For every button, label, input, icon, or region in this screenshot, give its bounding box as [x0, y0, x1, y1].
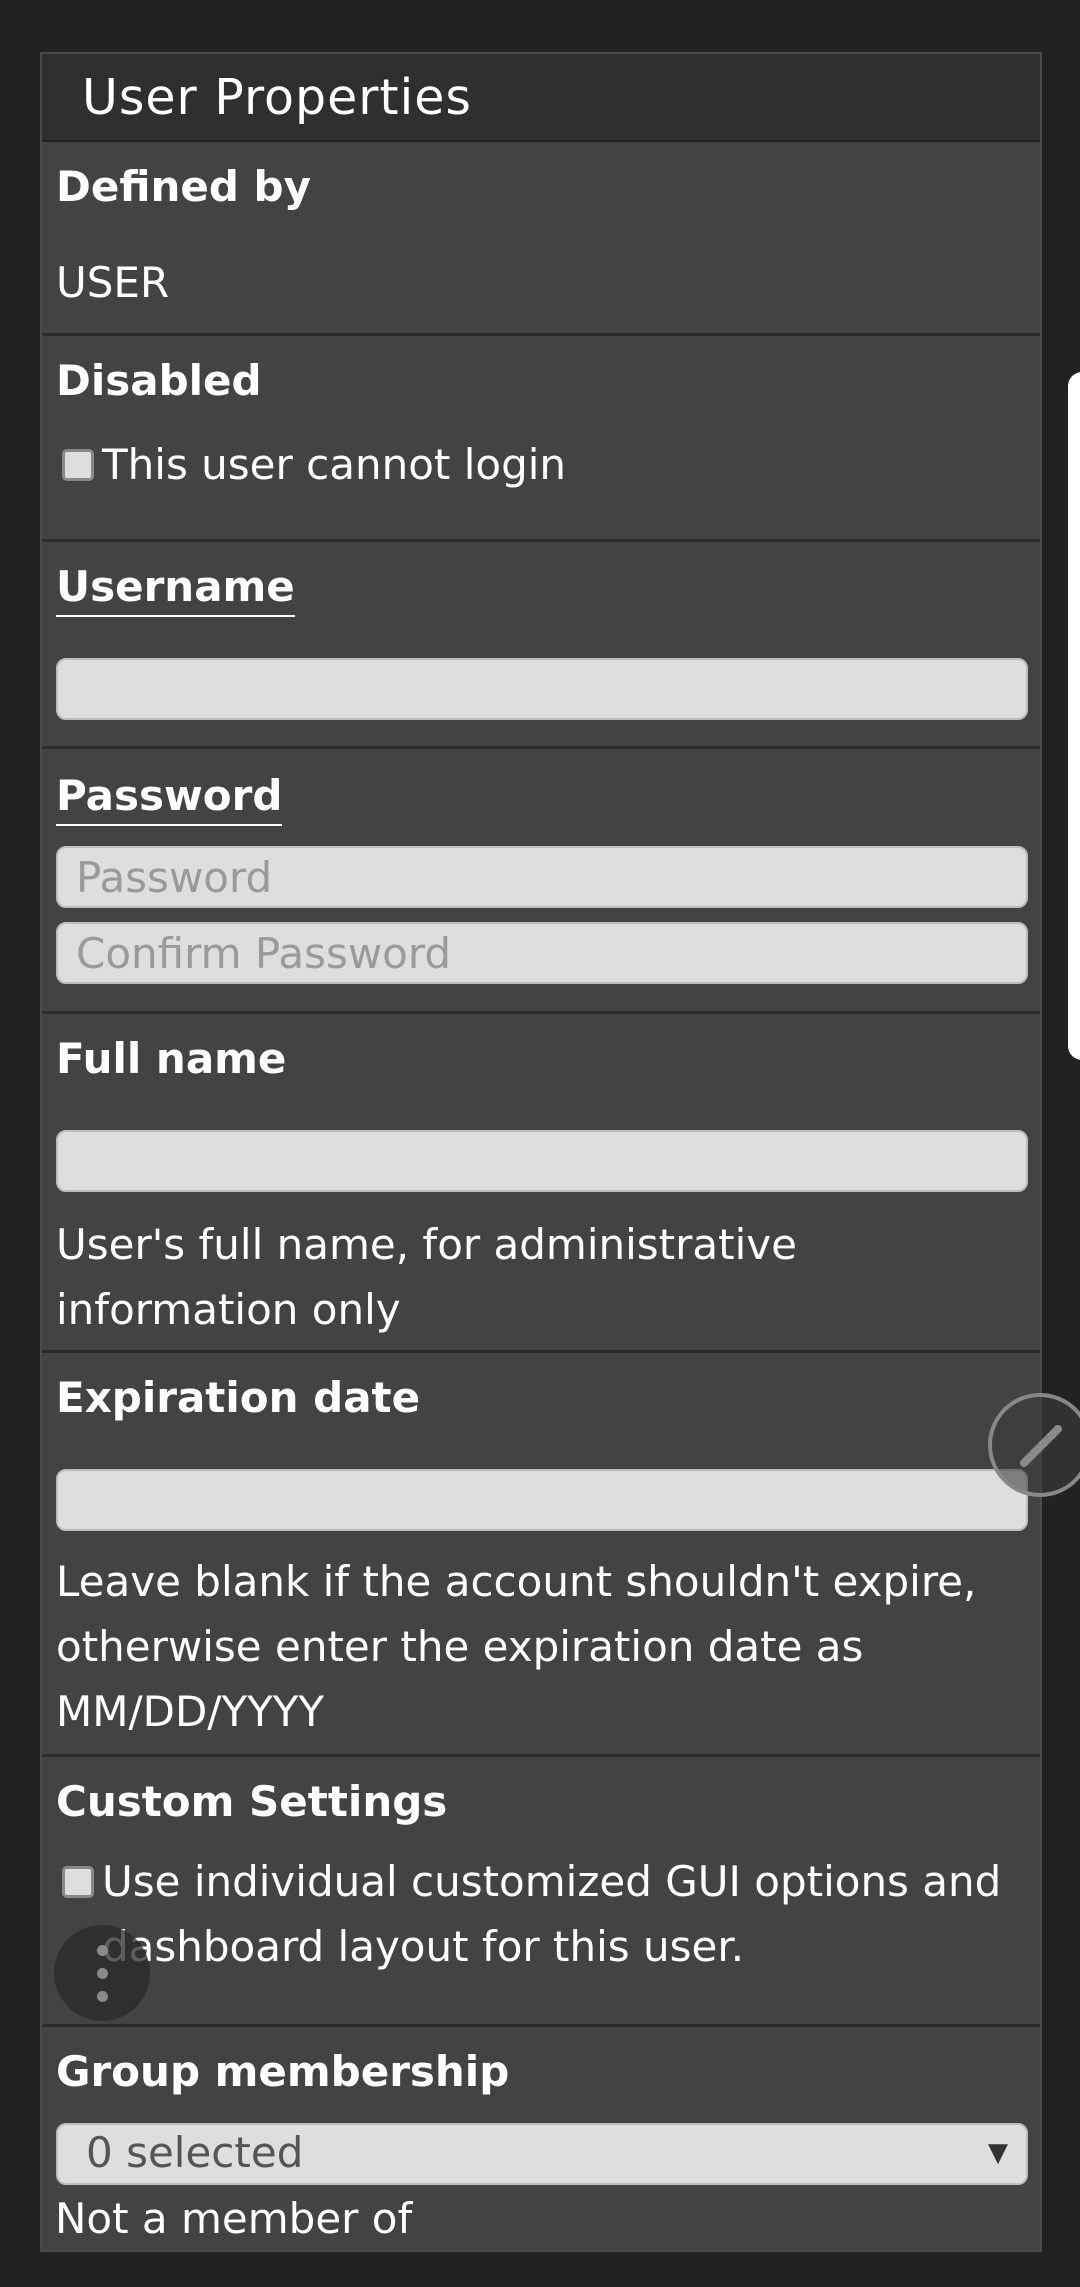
pencil-icon: [1020, 1425, 1062, 1467]
group-membership-row: Group membership 0 selected ▼: [42, 2027, 1040, 2287]
disabled-checkbox-label[interactable]: This user cannot login: [102, 432, 566, 497]
group-membership-note: Not a member of: [55, 2194, 413, 2243]
defined-by-value: USER: [56, 258, 170, 307]
expiration-date-input[interactable]: [56, 1469, 1028, 1531]
confirm-password-input[interactable]: [56, 922, 1028, 984]
username-label: Username: [56, 562, 295, 617]
custom-settings-checkbox-line[interactable]: Use individual customized GUI options an…: [56, 1849, 1016, 1979]
full-name-input[interactable]: [56, 1130, 1028, 1192]
expiration-date-row: Expiration date Leave blank if the accou…: [42, 1353, 1040, 1757]
custom-settings-checkbox[interactable]: [62, 1866, 94, 1898]
user-properties-panel: User Properties Defined by USER Disabled…: [40, 52, 1042, 2252]
custom-settings-label: Custom Settings: [56, 1777, 448, 1826]
group-membership-selected: 0 selected: [86, 2128, 304, 2177]
more-vertical-icon: [97, 1945, 108, 1956]
disabled-checkbox-line[interactable]: This user cannot login: [56, 432, 566, 497]
defined-by-label: Defined by: [56, 162, 311, 211]
more-options-button[interactable]: [54, 1925, 150, 2021]
password-label: Password: [56, 771, 283, 826]
expiration-date-help: Leave blank if the account shouldn't exp…: [56, 1557, 977, 1736]
defined-by-row: Defined by USER: [42, 142, 1040, 336]
custom-settings-checkbox-label[interactable]: Use individual customized GUI options an…: [102, 1849, 1016, 1979]
full-name-help: User's full name, for administrative inf…: [56, 1220, 797, 1334]
username-row: Username: [42, 542, 1040, 749]
disabled-checkbox[interactable]: [62, 449, 94, 481]
disabled-label: Disabled: [56, 356, 262, 405]
panel-title: User Properties: [42, 54, 1040, 142]
full-name-row: Full name User's full name, for administ…: [42, 1014, 1040, 1353]
side-drawer-handle[interactable]: [1068, 372, 1080, 1060]
password-row: Password: [42, 749, 1040, 1014]
group-membership-select[interactable]: 0 selected ▼: [56, 2123, 1028, 2185]
disabled-row: Disabled This user cannot login: [42, 336, 1040, 542]
password-input[interactable]: [56, 846, 1028, 908]
caret-down-icon: ▼: [988, 2138, 1008, 2168]
custom-settings-row: Custom Settings Use individual customize…: [42, 1757, 1040, 2027]
username-input[interactable]: [56, 658, 1028, 720]
expiration-date-label: Expiration date: [56, 1373, 421, 1422]
group-membership-label: Group membership: [56, 2047, 510, 2096]
full-name-label: Full name: [56, 1034, 287, 1083]
